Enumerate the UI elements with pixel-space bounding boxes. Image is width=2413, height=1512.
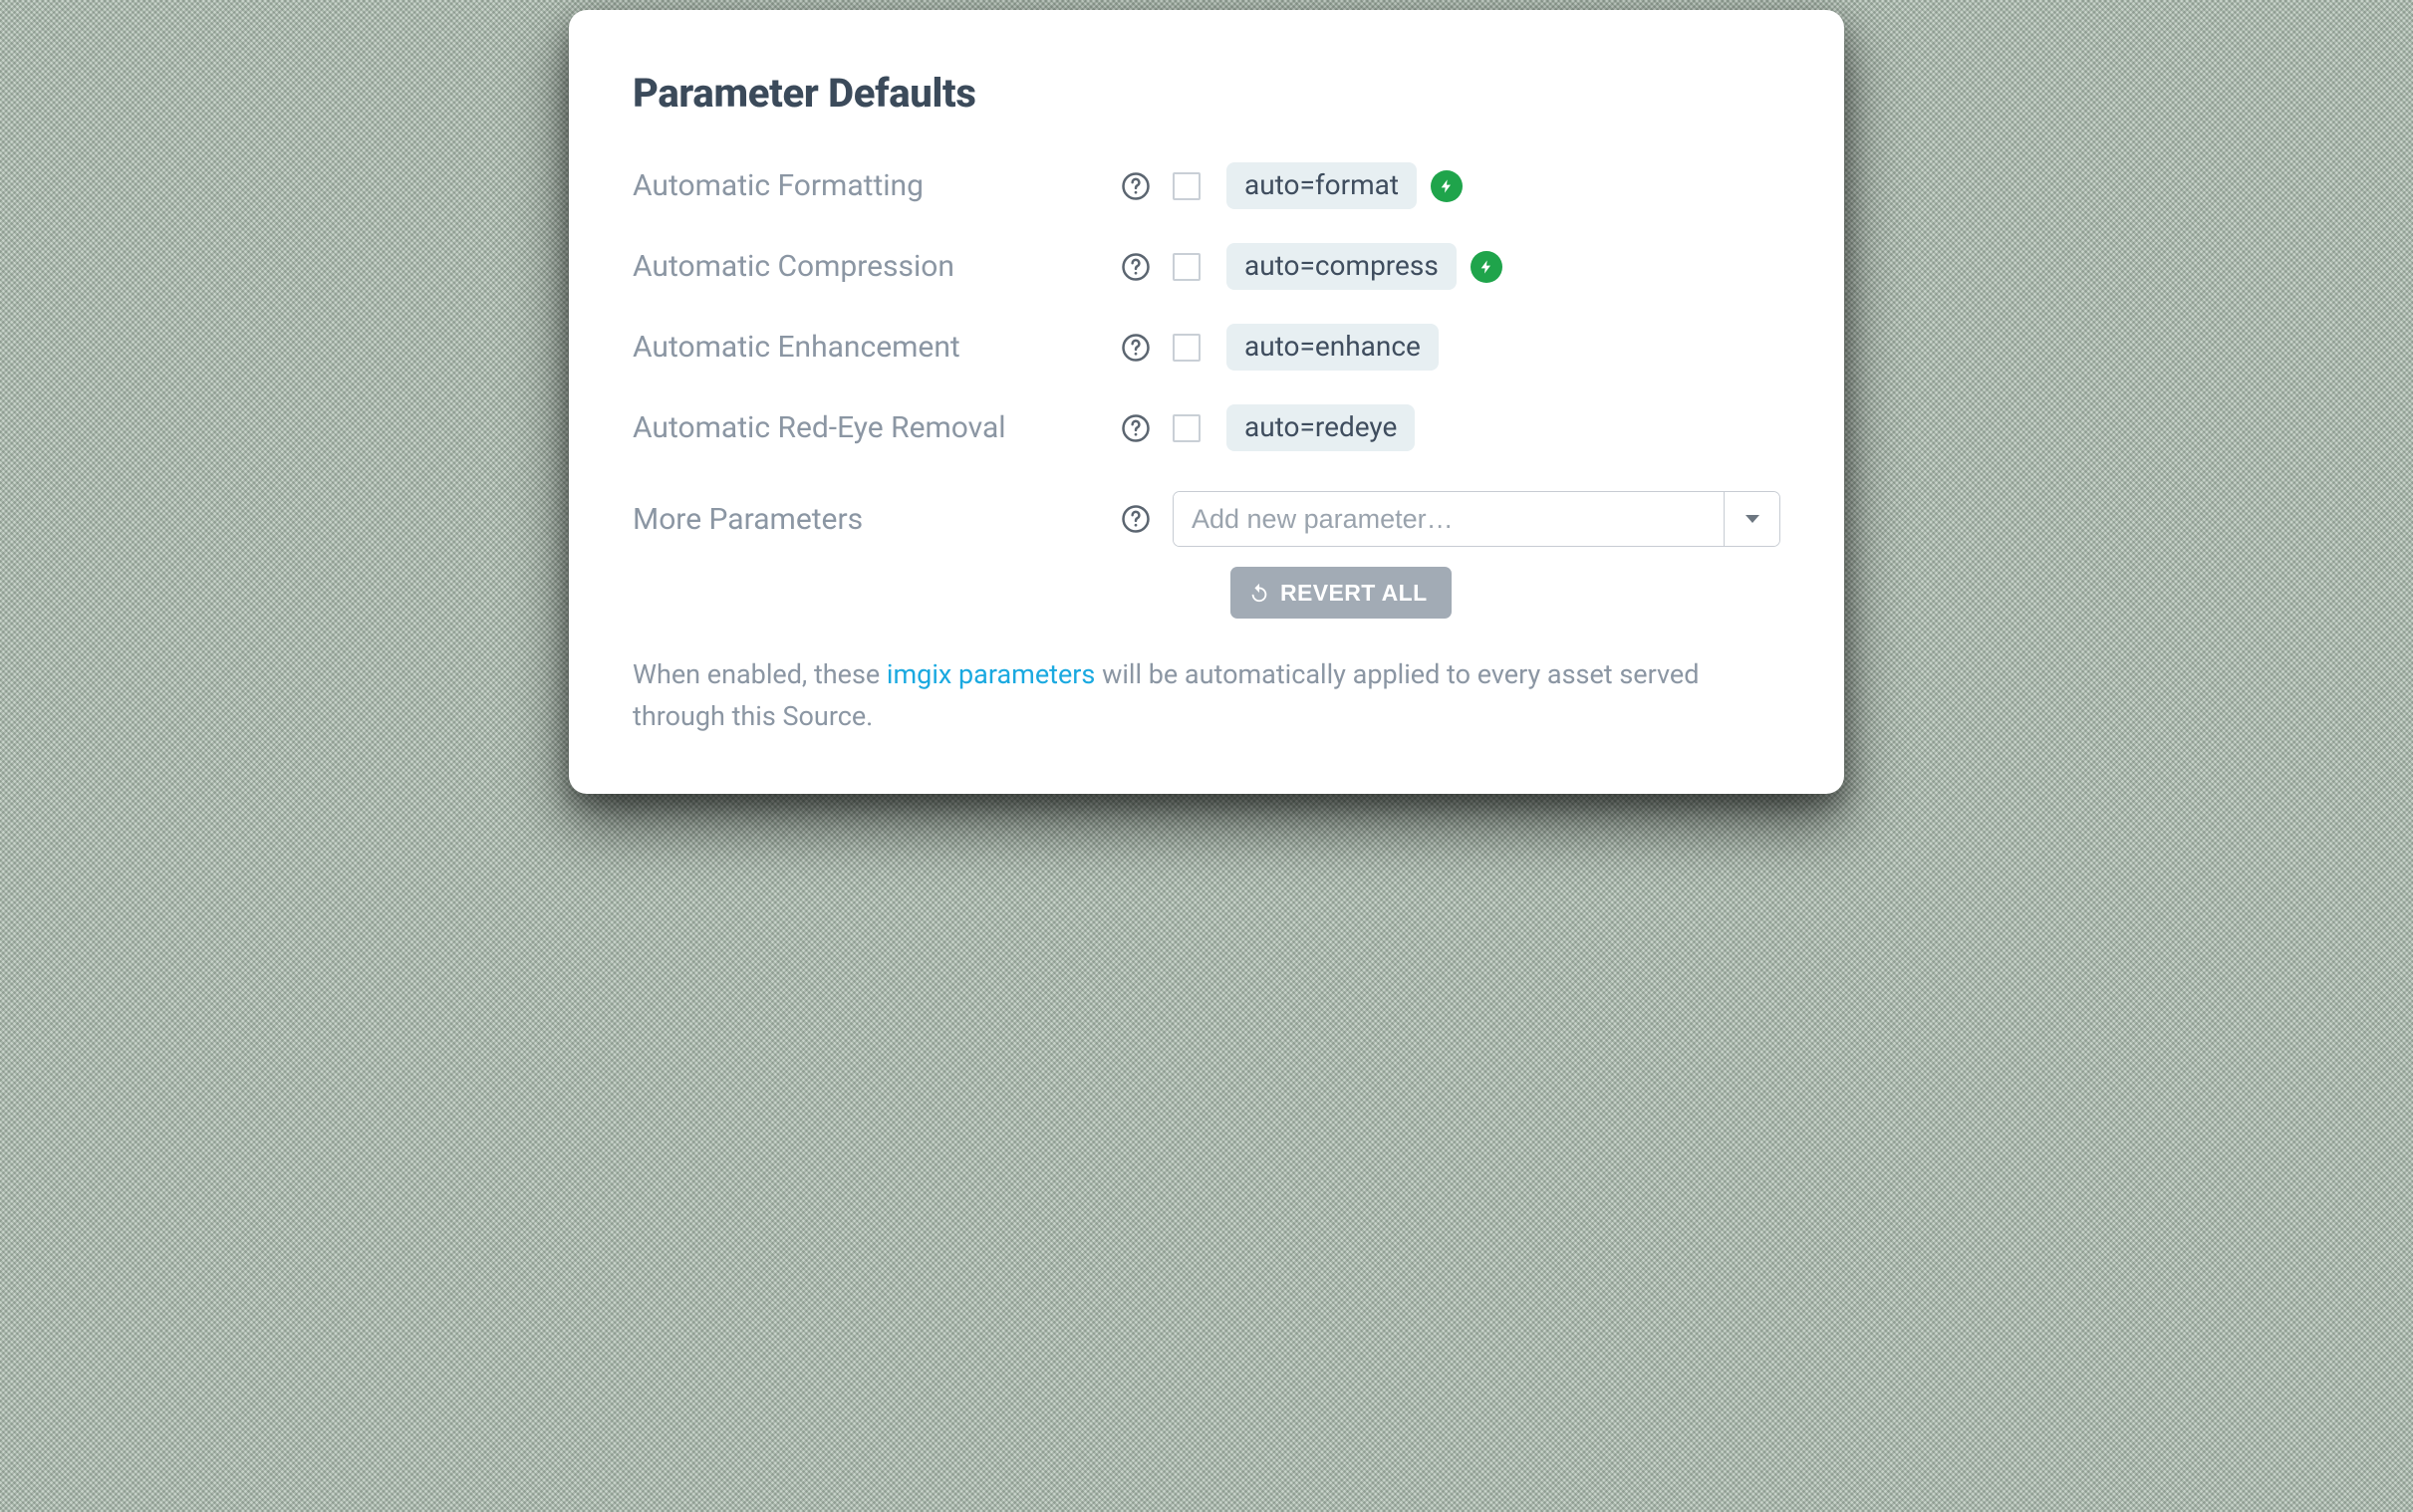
param-tag: auto=redeye [1226, 404, 1415, 451]
param-label: Automatic Red-Eye Removal [633, 410, 1121, 445]
help-icon[interactable] [1121, 171, 1151, 201]
add-parameter-combobox [1173, 491, 1780, 547]
param-row-compress: Automatic Compression auto=compress [633, 243, 1780, 290]
param-row-format: Automatic Formatting auto=format [633, 162, 1780, 209]
help-icon[interactable] [1121, 413, 1151, 443]
help-icon[interactable] [1121, 252, 1151, 282]
chevron-down-icon [1745, 515, 1759, 523]
param-tag: auto=format [1226, 162, 1417, 209]
parameter-defaults-card: Parameter Defaults Automatic Formatting … [569, 10, 1844, 794]
section-title: Parameter Defaults [633, 70, 1780, 117]
undo-icon [1248, 582, 1270, 604]
help-icon[interactable] [1121, 333, 1151, 363]
param-row-enhance: Automatic Enhancement auto=enhance [633, 324, 1780, 371]
description-text: When enabled, these imgix parameters wil… [633, 654, 1780, 738]
more-parameters-label: More Parameters [633, 502, 1121, 537]
param-label: Automatic Enhancement [633, 330, 1121, 365]
revert-all-button[interactable]: REVERT ALL [1230, 567, 1452, 619]
bolt-icon [1431, 170, 1463, 202]
param-row-redeye: Automatic Red-Eye Removal auto=redeye [633, 404, 1780, 451]
revert-row: REVERT ALL [633, 567, 1780, 619]
more-parameters-row: More Parameters [633, 491, 1780, 547]
add-parameter-input[interactable] [1174, 492, 1724, 546]
param-checkbox-compress[interactable] [1173, 253, 1201, 281]
param-label: Automatic Formatting [633, 168, 1121, 203]
param-checkbox-format[interactable] [1173, 172, 1201, 200]
help-icon[interactable] [1121, 504, 1151, 534]
add-parameter-dropdown-toggle[interactable] [1724, 492, 1779, 546]
param-label: Automatic Compression [633, 249, 1121, 284]
revert-all-label: REVERT ALL [1280, 580, 1428, 607]
param-checkbox-enhance[interactable] [1173, 334, 1201, 362]
param-tag: auto=enhance [1226, 324, 1439, 371]
param-checkbox-redeye[interactable] [1173, 414, 1201, 442]
bolt-icon [1471, 251, 1502, 283]
imgix-parameters-link[interactable]: imgix parameters [887, 658, 1095, 690]
param-tag: auto=compress [1226, 243, 1457, 290]
